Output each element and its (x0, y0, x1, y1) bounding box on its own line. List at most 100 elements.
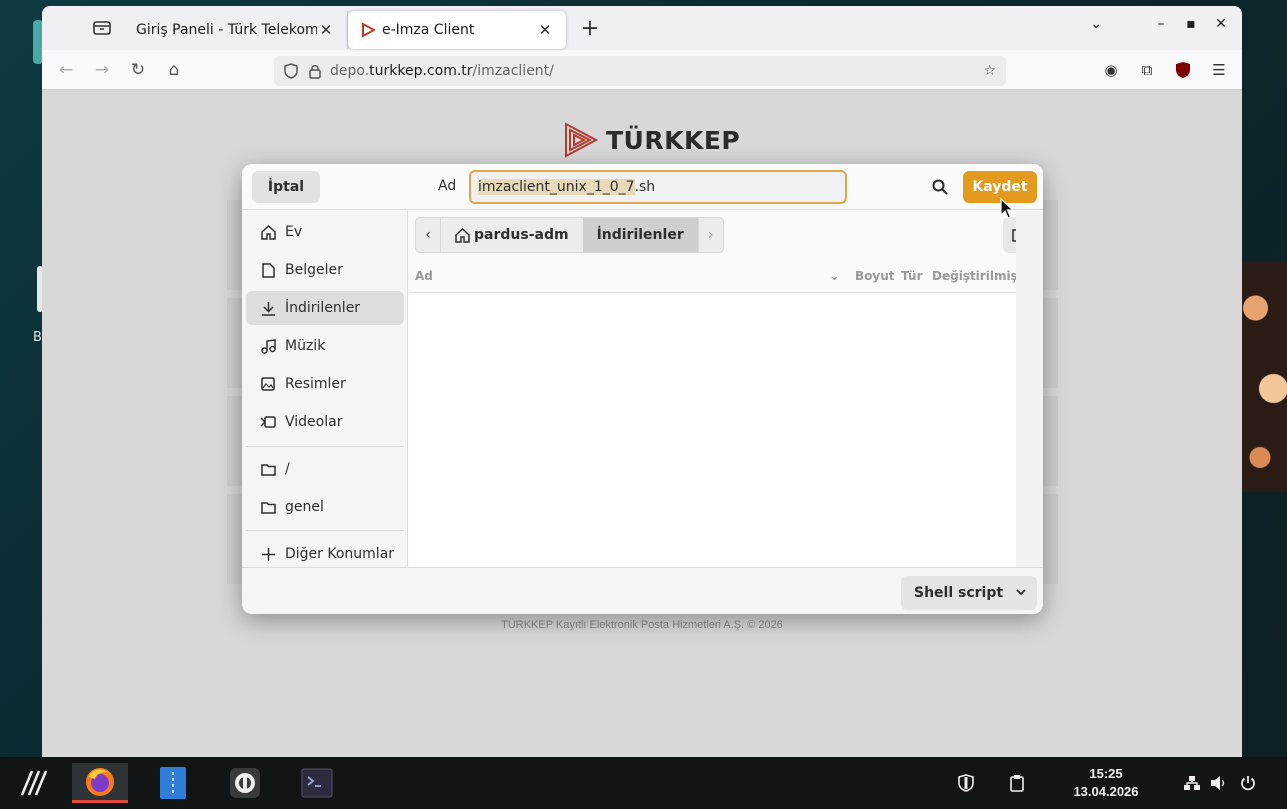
sidebar-item-label: / (285, 461, 290, 477)
taskbar-firefox[interactable] (72, 763, 128, 803)
column-type[interactable]: Tür (901, 269, 923, 283)
wallpaper-art (1242, 262, 1287, 492)
chevron-down-icon (1016, 589, 1026, 596)
sidebar-item-label: Müzik (285, 338, 326, 354)
clock-date: 13.04.2026 (1073, 784, 1139, 799)
file-list[interactable] (409, 294, 1016, 567)
home-icon (455, 227, 470, 243)
bookmark-star-icon[interactable]: ☆ (983, 63, 996, 79)
back-icon[interactable]: ← (48, 60, 84, 80)
plus-icon (260, 546, 276, 562)
filename-input[interactable]: imzaclient_unix_1_0_7 .sh (469, 170, 847, 204)
extensions-icon[interactable]: ⧉ (1134, 58, 1160, 82)
chevron-down-icon[interactable]: ⌄ (829, 269, 840, 284)
tray-power[interactable] (1240, 757, 1256, 809)
volume-icon (1211, 776, 1225, 790)
column-name[interactable]: Ad (415, 269, 433, 283)
sidebar-item-label: genel (285, 499, 324, 515)
tab-list-button[interactable] (80, 12, 124, 44)
file-type-label: Shell script (914, 585, 1004, 601)
path-scroll-right[interactable]: › (697, 217, 724, 253)
home-icon (260, 224, 276, 240)
path-bar: ‹ pardus-adm İndirilenler › (415, 217, 724, 253)
cancel-button[interactable]: İptal (252, 171, 320, 203)
column-size[interactable]: Boyut (855, 269, 895, 283)
maximize-icon[interactable]: ▪ (1176, 16, 1206, 32)
image-icon (260, 376, 276, 392)
firefox-icon (86, 767, 114, 796)
minimize-icon[interactable]: – (1146, 16, 1176, 32)
tab-list-icon (93, 21, 111, 35)
sidebar-item-root[interactable]: / (246, 452, 404, 486)
app-o-icon (230, 768, 260, 798)
save-file-dialog: İptal Ad imzaclient_unix_1_0_7 .sh Kaydet… (242, 164, 1043, 614)
network-icon (1184, 776, 1200, 790)
close-icon[interactable]: ✕ (536, 21, 554, 39)
path-button-label: pardus-adm (474, 227, 569, 243)
path-button-indirilenler[interactable]: İndirilenler (582, 217, 698, 253)
url-text: depo.turkkep.com.tr/imzaclient/ (330, 63, 554, 79)
music-icon (260, 338, 276, 354)
sidebar-item-muzik[interactable]: Müzik (246, 329, 404, 363)
clock-time: 15:25 (1089, 766, 1123, 781)
tray-volume[interactable] (1210, 757, 1228, 809)
forward-icon[interactable]: → (84, 60, 120, 80)
sidebar-item-other-locations[interactable]: Diğer Konumlar (246, 537, 404, 571)
sidebar-item-videolar[interactable]: Videolar (246, 405, 404, 439)
scrollbar[interactable] (1016, 211, 1043, 567)
chevron-down-icon[interactable]: ⌄ (1090, 16, 1102, 32)
lock-icon[interactable] (308, 63, 322, 79)
folder-icon (260, 461, 276, 477)
url-bar[interactable]: depo.turkkep.com.tr/imzaclient/ ☆ (274, 56, 1006, 86)
sidebar-item-resimler[interactable]: Resimler (246, 367, 404, 401)
mouse-cursor-icon (1000, 198, 1014, 219)
logo-text: TÜRKKEP (606, 125, 741, 155)
close-icon[interactable]: ✕ (317, 21, 335, 39)
taskbar: 15:25 13.04.2026 (0, 757, 1287, 809)
terminal-icon (301, 768, 333, 798)
path-button-label: İndirilenler (596, 227, 684, 243)
search-button[interactable] (928, 175, 952, 199)
dialog-header: İptal Ad imzaclient_unix_1_0_7 .sh Kaydet (242, 164, 1043, 210)
menu-icon[interactable]: ☰ (1206, 58, 1232, 82)
tab-title: Giriş Paneli - Türk Telekom (136, 22, 317, 38)
tray-network[interactable] (1183, 757, 1201, 809)
reload-icon[interactable]: ↻ (120, 60, 156, 80)
sidebar-separator (246, 530, 404, 531)
taskbar-terminal[interactable] (289, 763, 345, 803)
shield-icon[interactable] (284, 63, 298, 79)
dialog-footer: Shell script (242, 567, 1043, 614)
path-scroll-left[interactable]: ‹ (415, 217, 441, 253)
download-icon (260, 300, 276, 316)
tray-shield[interactable] (958, 757, 974, 809)
taskbar-app-o[interactable] (217, 763, 273, 803)
file-type-filter[interactable]: Shell script (901, 576, 1037, 610)
shield-icon (958, 774, 974, 792)
tab-bar: Giriş Paneli - Türk Telekom ✕ e-İmza Cli… (42, 6, 1242, 50)
chevron-left-icon: ‹ (425, 227, 431, 243)
pardus-menu-icon (20, 770, 48, 796)
tab-turk-telekom[interactable]: Giriş Paneli - Türk Telekom ✕ (124, 11, 348, 49)
sidebar-item-ev[interactable]: Ev (246, 215, 404, 249)
ublock-icon[interactable] (1170, 58, 1196, 82)
sidebar-item-indirilenler[interactable]: İndirilenler (246, 291, 404, 325)
home-icon[interactable]: ⌂ (156, 60, 192, 80)
taskbar-file-manager[interactable] (145, 763, 201, 803)
column-modified[interactable]: Değiştirilmiş (932, 269, 1018, 283)
toolbar-right: ◉ ⧉ ☰ (1098, 58, 1232, 82)
folder-icon (260, 499, 276, 515)
path-button-home[interactable]: pardus-adm (441, 217, 583, 253)
tray-clipboard[interactable] (1009, 757, 1025, 809)
clock[interactable]: 15:25 13.04.2026 (1058, 765, 1154, 801)
sidebar-item-label: Ev (285, 224, 303, 240)
chevron-right-icon: › (707, 227, 714, 243)
account-icon[interactable]: ◉ (1098, 58, 1124, 82)
tab-e-imza-client[interactable]: e-İmza Client ✕ (348, 11, 566, 49)
app-menu-button[interactable] (6, 763, 62, 803)
close-window-icon[interactable]: ✕ (1206, 16, 1236, 32)
file-list-header: Ad ⌄ Boyut Tür Değiştirilmiş (409, 261, 1018, 293)
sidebar-item-genel[interactable]: genel (246, 490, 404, 524)
new-tab-button[interactable]: + (572, 16, 608, 41)
sidebar-item-label: Belgeler (285, 262, 343, 278)
sidebar-item-belgeler[interactable]: Belgeler (246, 253, 404, 287)
